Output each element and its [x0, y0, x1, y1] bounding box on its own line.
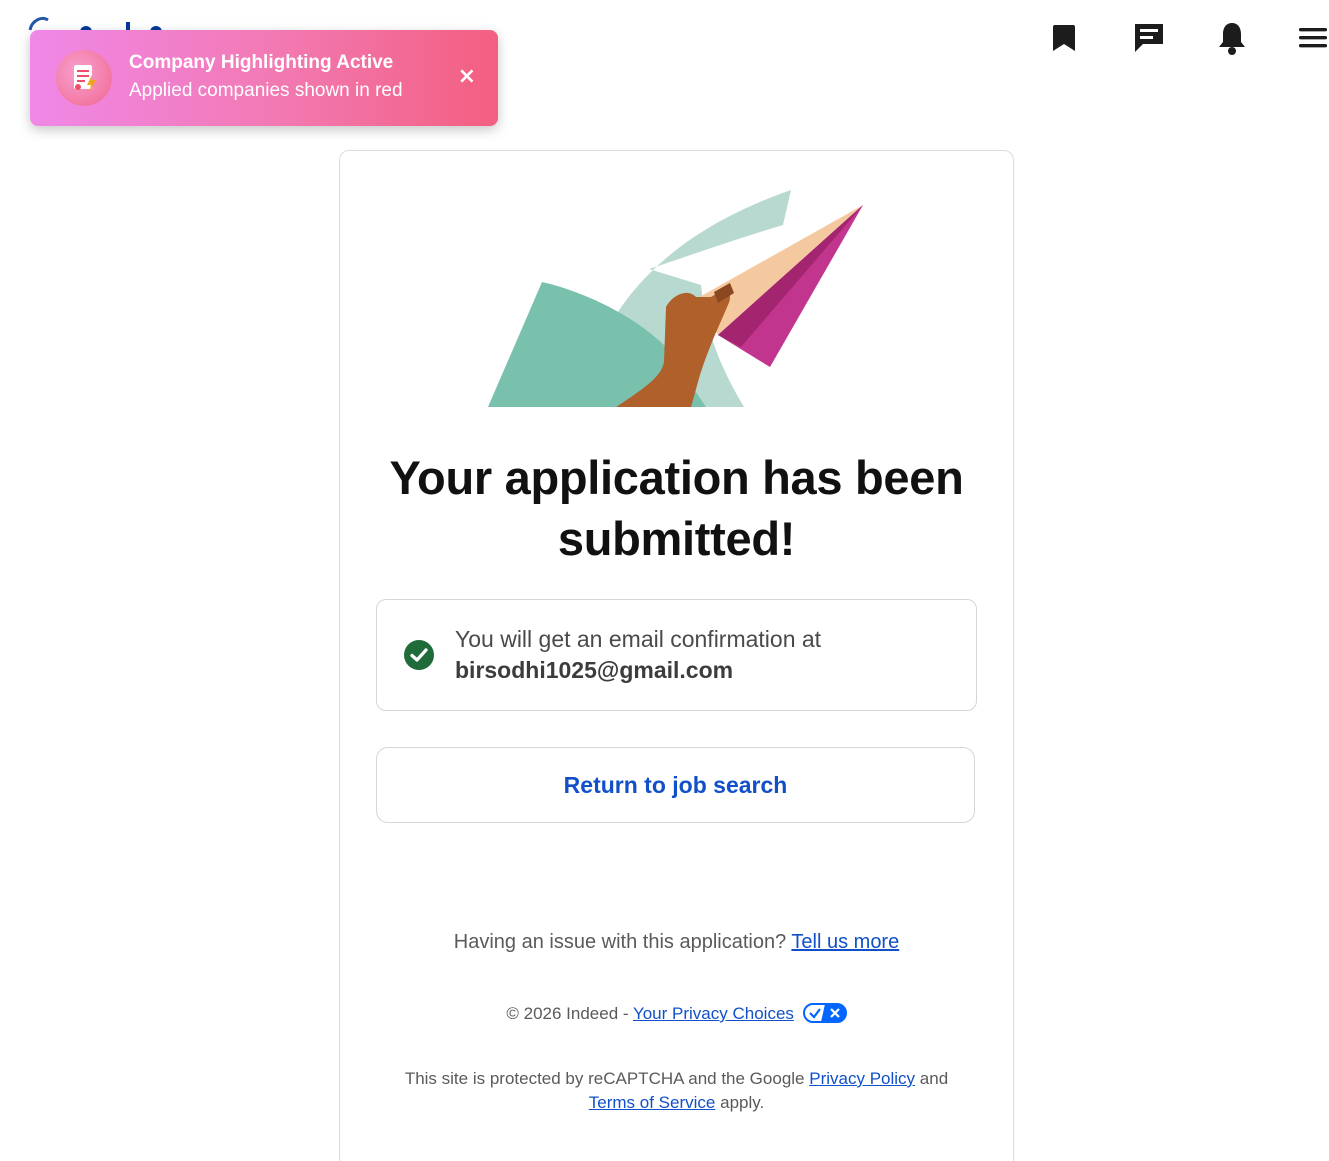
return-to-job-search-button[interactable]: Return to job search — [376, 747, 975, 823]
messages-icon[interactable] — [1131, 20, 1167, 56]
page: Company Highlighting Active Applied comp… — [0, 0, 1329, 1161]
recaptcha-prefix: This site is protected by reCAPTCHA and … — [404, 1069, 805, 1088]
headline-line-1: Your application has been — [389, 451, 964, 504]
confirmation-text: You will get an email confirmation at — [455, 626, 822, 652]
confirmation-card: Your application has been submitted! You… — [339, 150, 1014, 1161]
toast-subtitle: Applied companies shown in red — [129, 80, 403, 101]
bookmark-icon[interactable] — [1046, 20, 1082, 56]
recaptcha-notice: This site is protected by reCAPTCHA and … — [360, 1067, 993, 1115]
privacy-choices-icon[interactable] — [802, 1003, 847, 1028]
privacy-choices-link[interactable]: Your Privacy Choices — [633, 1004, 794, 1023]
tell-us-more-link[interactable]: Tell us more — [791, 931, 899, 953]
company-highlighting-toast: Company Highlighting Active Applied comp… — [30, 30, 498, 126]
close-icon[interactable]: × — [458, 66, 476, 88]
terms-of-service-link[interactable]: Terms of Service — [589, 1093, 716, 1112]
issue-text: Having an issue with this application? — [453, 931, 787, 953]
toast-title: Company Highlighting Active — [129, 52, 394, 73]
recaptcha-and: and — [919, 1069, 949, 1088]
copyright-text: © 2026 Indeed - — [506, 1004, 629, 1023]
notifications-icon[interactable] — [1214, 20, 1250, 56]
menu-icon[interactable] — [1295, 20, 1329, 56]
email-confirmation-box: You will get an email confirmation at bi… — [376, 599, 977, 711]
confirmation-email: birsodhi1025@gmail.com — [455, 657, 734, 683]
document-icon — [56, 50, 112, 106]
issue-line: Having an issue with this application? T… — [340, 931, 1013, 954]
recaptcha-suffix: apply. — [720, 1093, 765, 1112]
headline-line-2: submitted! — [557, 512, 796, 565]
page-title: Your application has been submitted! — [340, 447, 1013, 569]
check-circle-icon — [404, 640, 434, 670]
paper-plane-illustration — [486, 187, 876, 407]
copyright-line: © 2026 Indeed - Your Privacy Choices — [340, 1003, 1013, 1028]
privacy-policy-link[interactable]: Privacy Policy — [809, 1069, 915, 1088]
